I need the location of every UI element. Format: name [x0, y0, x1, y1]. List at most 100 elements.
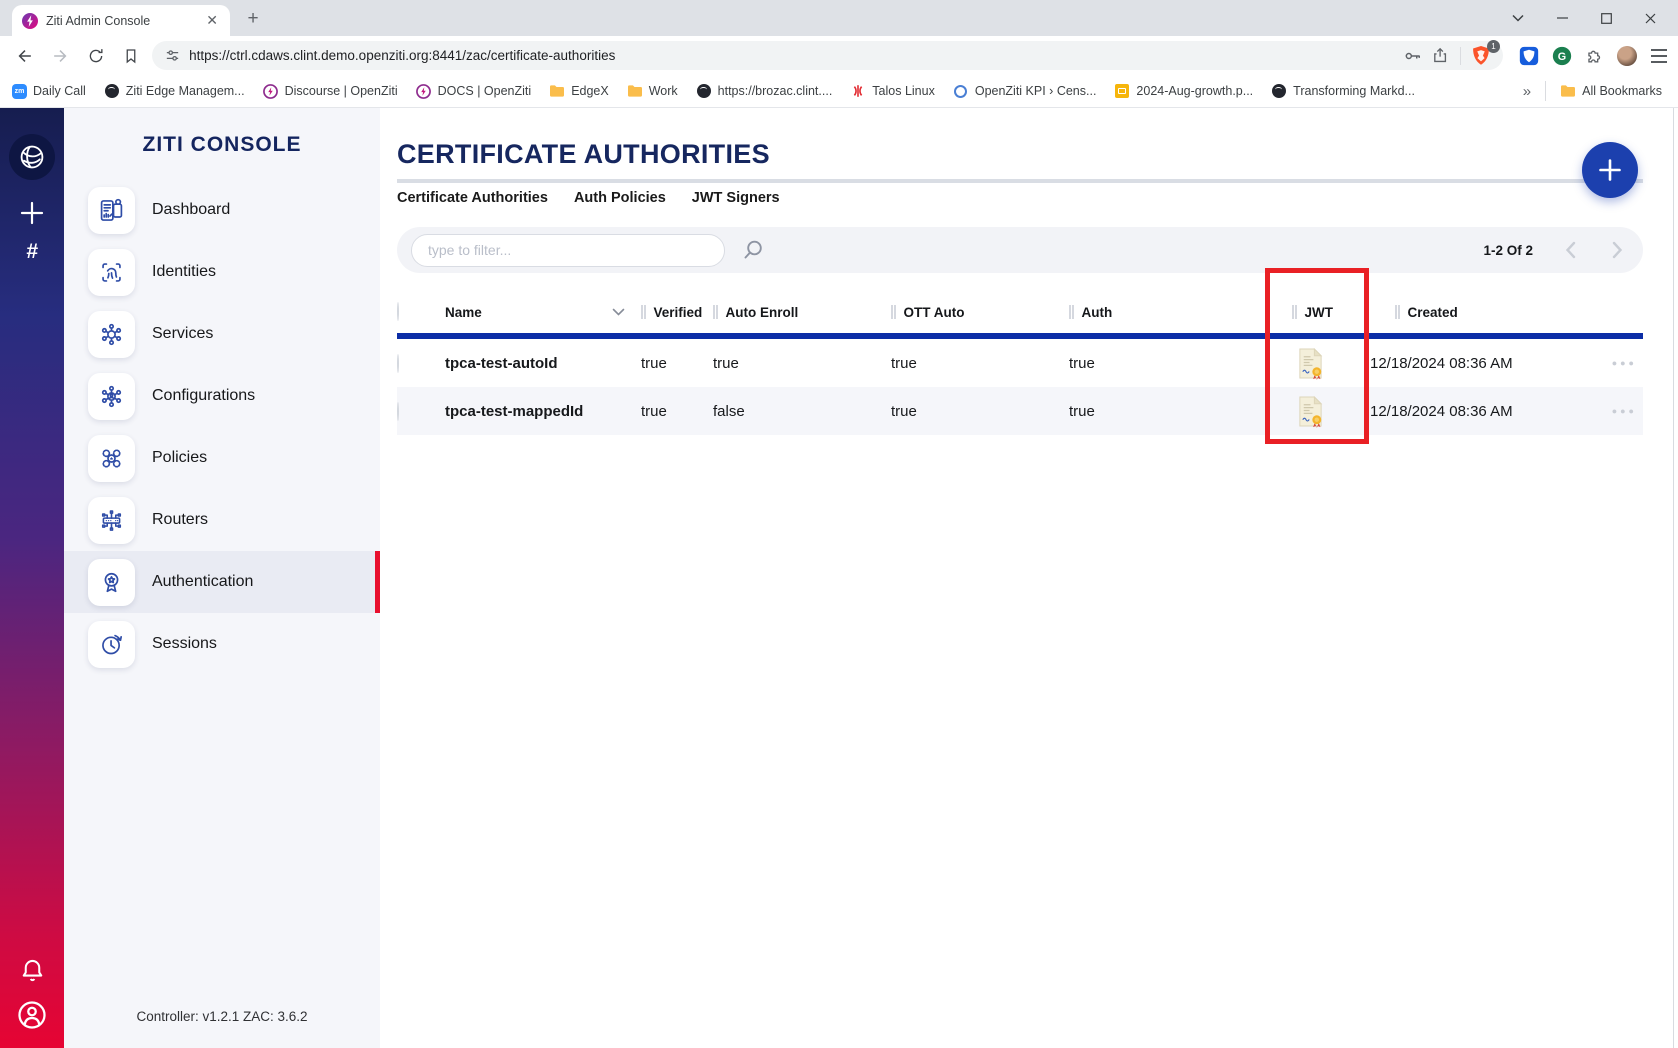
row-actions-button[interactable]: ●●●	[1612, 358, 1637, 368]
new-tab-button[interactable]: +	[240, 8, 266, 30]
sidebar-item-label: Routers	[152, 511, 208, 529]
bookmark-talos[interactable]: Talos Linux	[850, 83, 935, 99]
bookmark-growth-slides[interactable]: 2024-Aug-growth.p...	[1114, 83, 1253, 99]
jwt-certificate-icon[interactable]	[1270, 395, 1325, 428]
grammarly-icon[interactable]: G	[1552, 46, 1572, 66]
column-header-auto-enroll[interactable]: Auto Enroll	[713, 305, 891, 320]
all-bookmarks-button[interactable]: All Bookmarks	[1560, 83, 1662, 99]
sidebar-item-identities[interactable]: Identities	[64, 241, 380, 303]
divider	[397, 179, 1643, 183]
ziti-logo-icon[interactable]	[9, 134, 55, 180]
tab-close-icon[interactable]: ✕	[202, 12, 222, 29]
column-header-verified[interactable]: Verified	[641, 305, 713, 320]
page-count: 1-2 Of 2	[1483, 243, 1533, 258]
column-header-ott-auto[interactable]: OTT Auto	[891, 305, 1069, 320]
svg-text:G: G	[1558, 50, 1566, 62]
slides-icon	[1114, 83, 1130, 99]
bookmark-discourse[interactable]: Discourse | OpenZiti	[263, 83, 398, 99]
bookmark-brozac[interactable]: https://brozac.clint....	[696, 83, 833, 99]
sidebar-item-policies[interactable]: Policies	[64, 427, 380, 489]
back-icon[interactable]	[10, 41, 40, 71]
forward-icon[interactable]	[46, 41, 76, 71]
search-icon[interactable]	[741, 238, 765, 262]
extensions-puzzle-icon[interactable]	[1585, 46, 1604, 65]
table-header-row: Name Verified Auto Enroll OTT Auto Auth …	[397, 291, 1643, 333]
app-rail: #	[0, 108, 64, 1048]
bookmark-transforming[interactable]: Transforming Markd...	[1271, 83, 1415, 99]
share-icon[interactable]	[1431, 46, 1450, 65]
reload-icon[interactable]	[81, 41, 111, 71]
bookmark-openziti-kpi[interactable]: OpenZiti KPI › Cens...	[953, 83, 1097, 99]
sidebar-nav: Dashboard Identiti	[64, 179, 380, 675]
close-button[interactable]	[1628, 0, 1672, 36]
browser-tab[interactable]: Ziti Admin Console ✕	[12, 5, 230, 36]
router-icon	[88, 497, 135, 544]
tab-search-icon[interactable]	[1496, 0, 1540, 36]
column-header-name[interactable]: Name	[445, 305, 641, 320]
ca-ott-auto: true	[891, 403, 1069, 420]
user-account-icon[interactable]	[17, 1000, 47, 1030]
notifications-bell-icon[interactable]	[19, 957, 46, 984]
bookmark-work[interactable]: Work	[627, 83, 678, 99]
maximize-button[interactable]	[1584, 0, 1628, 36]
row-checkbox[interactable]	[397, 354, 399, 373]
add-certificate-authority-button[interactable]	[1582, 142, 1638, 198]
bookmark-icon[interactable]	[117, 41, 147, 71]
brave-shield-icon[interactable]: 1	[1471, 45, 1493, 67]
jwt-certificate-icon[interactable]	[1270, 347, 1325, 380]
url-text[interactable]: https://ctrl.cdaws.clint.demo.openziti.o…	[189, 48, 1395, 63]
minimize-button[interactable]	[1540, 0, 1584, 36]
tab-certificate-authorities[interactable]: Certificate Authorities	[397, 190, 548, 206]
tab-strip: Ziti Admin Console ✕ +	[0, 0, 1678, 36]
bitwarden-icon[interactable]	[1519, 46, 1539, 66]
clock-icon	[88, 621, 135, 668]
bookmark-ziti-edge[interactable]: Ziti Edge Managem...	[104, 83, 245, 99]
sidebar-item-routers[interactable]: Routers	[64, 489, 380, 551]
sidebar-item-sessions[interactable]: Sessions	[64, 613, 380, 675]
page-tabs: Certificate Authorities Auth Policies JW…	[397, 190, 1643, 206]
row-actions-button[interactable]: ●●●	[1612, 406, 1637, 416]
profile-avatar[interactable]	[1617, 46, 1637, 66]
sidebar: ZITI CONSOLE Dashboard	[64, 108, 380, 1048]
column-header-jwt[interactable]: JWT	[1270, 305, 1370, 320]
row-checkbox[interactable]	[397, 402, 399, 421]
sidebar-item-authentication[interactable]: Authentication	[64, 551, 380, 613]
table-row[interactable]: tpca-test-mappedId true false true true	[397, 387, 1643, 435]
next-page-icon[interactable]	[1608, 241, 1627, 259]
bookmark-daily-call[interactable]: zm Daily Call	[12, 84, 86, 99]
fingerprint-icon	[88, 249, 135, 296]
sidebar-item-label: Configurations	[152, 387, 255, 405]
site-settings-icon[interactable]	[164, 47, 181, 64]
tab-jwt-signers[interactable]: JWT Signers	[692, 190, 780, 206]
password-key-icon[interactable]	[1403, 46, 1423, 66]
sidebar-item-configurations[interactable]: Configurations	[64, 365, 380, 427]
sidebar-item-label: Authentication	[152, 573, 253, 591]
hash-icon[interactable]: #	[26, 240, 38, 264]
network-icon	[88, 311, 135, 358]
sidebar-item-services[interactable]: Services	[64, 303, 380, 365]
bookmarks-overflow-icon[interactable]: »	[1523, 83, 1531, 100]
ring-icon	[953, 83, 969, 99]
sort-chevron-icon[interactable]	[612, 308, 625, 316]
table-row[interactable]: tpca-test-autoId true true true true	[397, 339, 1643, 387]
add-icon[interactable]	[19, 200, 45, 226]
main-content: CERTIFICATE AUTHORITIES Certificate Auth…	[380, 108, 1678, 1048]
column-header-created[interactable]: Created	[1370, 305, 1598, 320]
ca-name[interactable]: tpca-test-mappedId	[445, 403, 641, 420]
ca-verified: true	[641, 355, 713, 372]
prev-page-icon[interactable]	[1561, 241, 1580, 259]
sidebar-item-dashboard[interactable]: Dashboard	[64, 179, 380, 241]
tab-auth-policies[interactable]: Auth Policies	[574, 190, 666, 206]
filter-input[interactable]	[411, 234, 725, 267]
scrollbar-track	[1673, 108, 1674, 1048]
address-bar[interactable]: https://ctrl.cdaws.clint.demo.openziti.o…	[152, 41, 1503, 70]
bookmark-docs-openziti[interactable]: DOCS | OpenZiti	[416, 83, 532, 99]
select-all-checkbox[interactable]	[397, 302, 399, 321]
bookmark-edgex[interactable]: EdgeX	[549, 83, 609, 99]
award-icon	[88, 559, 135, 606]
zoom-icon: zm	[12, 84, 27, 99]
divider	[1460, 47, 1461, 65]
browser-menu-icon[interactable]	[1650, 48, 1668, 64]
column-header-auth[interactable]: Auth	[1069, 305, 1270, 320]
ca-name[interactable]: tpca-test-autoId	[445, 355, 641, 372]
